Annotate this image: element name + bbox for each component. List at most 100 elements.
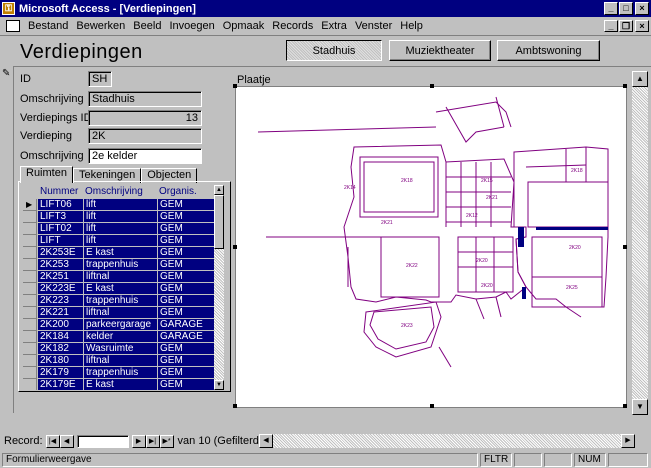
col-header-organisation[interactable]: Organis. <box>159 186 197 197</box>
cell-number[interactable]: 2K223 <box>38 295 83 307</box>
cell-number[interactable]: 2K253E <box>38 247 83 259</box>
grid-scrollbar[interactable]: ▲ ▼ <box>214 185 224 390</box>
table-row[interactable]: 2K223 trappenhuis GEM <box>23 295 214 307</box>
cell-organisation[interactable]: GEM <box>157 247 214 259</box>
table-row[interactable]: 2K182 Wasruimte GEM <box>23 343 214 355</box>
row-selector[interactable] <box>23 235 37 247</box>
cell-organisation[interactable]: GEM <box>157 223 214 235</box>
floor-field[interactable]: 2K <box>88 128 202 144</box>
menu-beeld[interactable]: Beeld <box>129 20 165 32</box>
cell-organisation[interactable]: GEM <box>157 295 214 307</box>
record-selector[interactable]: ✎ <box>0 66 14 413</box>
cell-number[interactable]: 2K221 <box>38 307 83 319</box>
current-record-arrow-icon[interactable]: ▶ <box>23 199 37 211</box>
table-row[interactable]: 2K253E E kast GEM <box>23 247 214 259</box>
form-scroll-up-button[interactable]: ▲ <box>632 71 648 87</box>
table-row[interactable]: 2K179E E kast GEM <box>23 379 214 390</box>
form-scroll-down-button[interactable]: ▼ <box>632 399 648 415</box>
cell-number[interactable]: 2K251 <box>38 271 83 283</box>
scroll-left-button[interactable]: ◀ <box>259 434 273 448</box>
cell-number[interactable]: LIFT <box>38 235 83 247</box>
cell-description[interactable]: liftnal <box>83 271 157 283</box>
cell-number[interactable]: LIFT06 <box>38 199 83 211</box>
cell-description[interactable]: trappenhuis <box>83 259 157 271</box>
menu-records[interactable]: Records <box>268 20 317 32</box>
previous-record-button[interactable]: ◀ <box>59 434 74 448</box>
cell-organisation[interactable]: GEM <box>157 343 214 355</box>
table-row[interactable]: LIFT02 lift GEM <box>23 223 214 235</box>
maximize-button[interactable]: □ <box>619 2 633 15</box>
cell-description[interactable]: liftnal <box>83 355 157 367</box>
record-number-field[interactable] <box>76 434 129 448</box>
table-row[interactable]: 2K179 trappenhuis GEM <box>23 367 214 379</box>
id-field[interactable]: SH <box>88 71 112 87</box>
cell-organisation[interactable]: GEM <box>157 283 214 295</box>
cell-number[interactable]: 2K253 <box>38 259 83 271</box>
row-selector[interactable] <box>23 211 37 223</box>
grid-scroll-thumb[interactable] <box>214 195 224 249</box>
table-row[interactable]: 2K184 kelder GARAGE <box>23 331 214 343</box>
row-selector[interactable] <box>23 343 37 355</box>
cell-organisation[interactable]: GEM <box>157 307 214 319</box>
menu-bestand[interactable]: Bestand <box>24 20 72 32</box>
cell-organisation[interactable]: GEM <box>157 271 214 283</box>
menu-invoegen[interactable]: Invoegen <box>165 20 218 32</box>
menu-venster[interactable]: Venster <box>351 20 396 32</box>
cell-organisation[interactable]: GEM <box>157 259 214 271</box>
cell-number[interactable]: LIFT02 <box>38 223 83 235</box>
grid-scroll-down-button[interactable]: ▼ <box>214 380 224 390</box>
cell-number[interactable]: 2K184 <box>38 331 83 343</box>
form-vertical-scrollbar[interactable]: ▲ ▼ <box>632 71 648 415</box>
cell-organisation[interactable]: GEM <box>157 199 214 211</box>
cell-number[interactable]: 2K200 <box>38 319 83 331</box>
cell-organisation[interactable]: GEM <box>157 235 214 247</box>
cell-organisation[interactable]: GEM <box>157 211 214 223</box>
floor-description-field[interactable]: 2e kelder <box>88 148 202 164</box>
table-row[interactable]: 2K223E E kast GEM <box>23 283 214 295</box>
first-record-button[interactable]: |◀ <box>45 434 60 448</box>
cell-description[interactable]: trappenhuis <box>83 295 157 307</box>
form-icon[interactable] <box>6 20 20 32</box>
row-selector[interactable] <box>23 271 37 283</box>
doc-close-button[interactable]: × <box>635 20 649 32</box>
cell-description[interactable]: lift <box>83 223 157 235</box>
table-row[interactable]: 2K180 liftnal GEM <box>23 355 214 367</box>
cell-description[interactable]: lift <box>83 235 157 247</box>
col-header-description[interactable]: Omschrijving <box>85 186 143 197</box>
floor-id-field[interactable]: 13 <box>88 110 202 126</box>
menu-help[interactable]: Help <box>396 20 427 32</box>
cell-description[interactable]: Wasruimte <box>83 343 157 355</box>
cell-number[interactable]: 2K179E <box>38 379 83 390</box>
cell-description[interactable]: kelder <box>83 331 157 343</box>
menu-opmaak[interactable]: Opmaak <box>219 20 269 32</box>
form-horizontal-scrollbar[interactable]: ◀ ▶ <box>259 434 635 448</box>
stadhuis-button[interactable]: Stadhuis <box>286 40 382 61</box>
close-button[interactable]: × <box>635 2 649 15</box>
tab-ruimten[interactable]: Ruimten <box>20 166 73 183</box>
last-record-button[interactable]: ▶| <box>145 434 160 448</box>
building-description-field[interactable]: Stadhuis <box>88 91 202 107</box>
table-row[interactable]: ▶ LIFT06 lift GEM <box>23 199 214 211</box>
grid-scroll-up-button[interactable]: ▲ <box>214 185 224 195</box>
next-record-button[interactable]: ▶ <box>131 434 146 448</box>
cell-number[interactable]: 2K180 <box>38 355 83 367</box>
cell-number[interactable]: LIFT3 <box>38 211 83 223</box>
row-selector[interactable] <box>23 223 37 235</box>
minimize-button[interactable]: _ <box>604 2 618 15</box>
cell-description[interactable]: lift <box>83 199 157 211</box>
table-row[interactable]: 2K251 liftnal GEM <box>23 271 214 283</box>
cell-description[interactable]: lift <box>83 211 157 223</box>
table-row[interactable]: 2K253 trappenhuis GEM <box>23 259 214 271</box>
row-selector[interactable] <box>23 355 37 367</box>
cell-description[interactable]: trappenhuis <box>83 367 157 379</box>
row-selector[interactable] <box>23 295 37 307</box>
row-selector[interactable] <box>23 307 37 319</box>
cell-description[interactable]: parkeergarage <box>83 319 157 331</box>
cell-description[interactable]: E kast <box>83 283 157 295</box>
table-row[interactable]: 2K200 parkeergarage GARAGE <box>23 319 214 331</box>
scroll-right-button[interactable]: ▶ <box>621 434 635 448</box>
row-selector[interactable] <box>23 367 37 379</box>
ambtswoning-button[interactable]: Ambtswoning <box>497 40 600 61</box>
row-selector[interactable] <box>23 319 37 331</box>
table-row[interactable]: LIFT3 lift GEM <box>23 211 214 223</box>
